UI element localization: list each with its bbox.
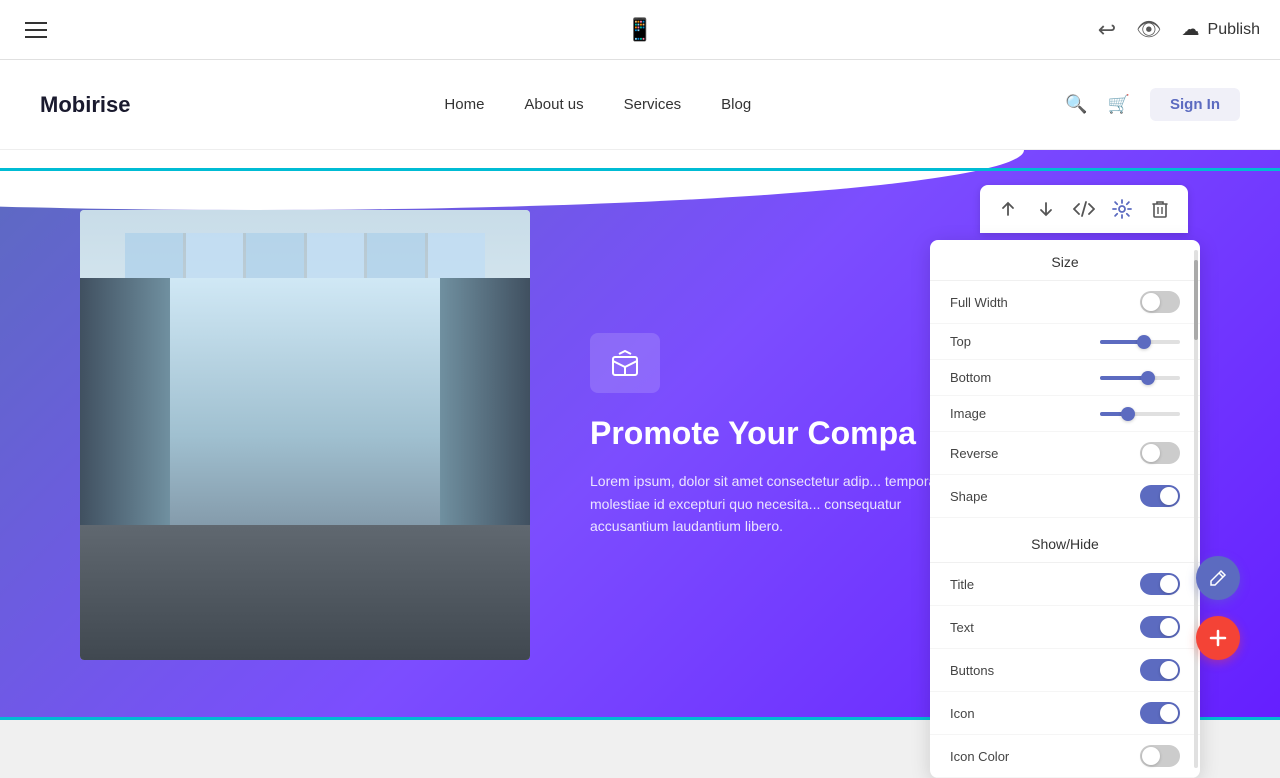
preview-button[interactable]: 👁 <box>1136 17 1161 42</box>
buttons-label: Buttons <box>950 663 994 678</box>
toolbar-right: ↩ 👁 ☁ Publish <box>1098 17 1260 43</box>
undo-button[interactable]: ↩ <box>1098 17 1116 43</box>
top-slider[interactable] <box>1100 340 1180 344</box>
icon-color-toggle[interactable] <box>1140 745 1180 767</box>
text-row: Text <box>930 606 1200 649</box>
shape-row: Shape <box>930 475 1200 518</box>
mobile-view-button[interactable]: 📱 <box>626 17 653 43</box>
text-label: Text <box>950 620 974 635</box>
settings-button[interactable] <box>1104 191 1140 227</box>
buttons-toggle[interactable] <box>1140 659 1180 681</box>
pencil-icon <box>1208 568 1228 588</box>
add-fab[interactable] <box>1196 616 1240 660</box>
nav-link-home[interactable]: Home <box>444 96 484 113</box>
building-visual <box>80 210 530 660</box>
move-up-button[interactable] <box>990 191 1026 227</box>
up-arrow-icon <box>999 200 1017 218</box>
reverse-row: Reverse <box>930 432 1200 475</box>
delete-button[interactable] <box>1142 191 1178 227</box>
reverse-label: Reverse <box>950 446 998 461</box>
scrollbar[interactable] <box>1194 250 1198 768</box>
bottom-slider[interactable] <box>1100 376 1180 380</box>
move-down-button[interactable] <box>1028 191 1064 227</box>
title-label: Title <box>950 577 974 592</box>
hero-icon-box <box>590 333 660 393</box>
down-arrow-icon <box>1037 200 1055 218</box>
full-width-label: Full Width <box>950 295 1008 310</box>
shape-label: Shape <box>950 489 988 504</box>
plus-icon <box>1206 626 1230 650</box>
icon-row: Icon <box>930 692 1200 735</box>
image-label: Image <box>950 406 986 421</box>
nav-link-about[interactable]: About us <box>524 96 583 113</box>
show-hide-section-title: Show/Hide <box>930 522 1200 563</box>
bottom-label: Bottom <box>950 370 991 385</box>
image-slider[interactable] <box>1100 412 1180 416</box>
nav-link-services[interactable]: Services <box>624 96 682 113</box>
icon-color-row: Icon Color <box>930 735 1200 778</box>
nav-links: Home About us Services Blog <box>444 96 751 113</box>
title-row: Title <box>930 563 1200 606</box>
top-toolbar: 📱 ↩ 👁 ☁ Publish <box>0 0 1280 60</box>
edit-fab[interactable] <box>1196 556 1240 600</box>
mobile-icon: 📱 <box>626 17 653 42</box>
size-section-title: Size <box>930 240 1200 281</box>
reverse-toggle[interactable] <box>1140 442 1180 464</box>
code-icon <box>1073 200 1095 218</box>
upload-icon: ☁ <box>1182 19 1200 40</box>
title-toggle[interactable] <box>1140 573 1180 595</box>
icon-label: Icon <box>950 706 975 721</box>
trash-icon <box>1152 200 1168 218</box>
box-icon <box>609 347 641 379</box>
signin-button[interactable]: Sign In <box>1150 88 1240 121</box>
buttons-row: Buttons <box>930 649 1200 692</box>
text-toggle[interactable] <box>1140 616 1180 638</box>
toolbar-center: 📱 <box>626 17 653 43</box>
nav-bar: Mobirise Home About us Services Blog 🔍 🛒… <box>0 60 1280 150</box>
hamburger-icon[interactable] <box>20 17 52 43</box>
toolbar-left <box>20 17 52 43</box>
code-button[interactable] <box>1066 191 1102 227</box>
settings-panel: Size Full Width Top Bottom Image Reverse… <box>930 240 1200 778</box>
nav-logo: Mobirise <box>40 92 130 118</box>
hero-image <box>80 210 530 660</box>
image-row: Image <box>930 396 1200 432</box>
hero-body: Lorem ipsum, dolor sit amet consectetur … <box>590 470 970 537</box>
top-label: Top <box>950 334 971 349</box>
scrollbar-thumb[interactable] <box>1194 260 1198 340</box>
top-row: Top <box>930 324 1200 360</box>
publish-label: Publish <box>1208 21 1260 39</box>
full-width-row: Full Width <box>930 281 1200 324</box>
nav-right: 🔍 🛒 Sign In <box>1065 88 1240 121</box>
icon-toggle[interactable] <box>1140 702 1180 724</box>
full-width-toggle[interactable] <box>1140 291 1180 313</box>
hero-highlight-top <box>0 168 1280 171</box>
bottom-row: Bottom <box>930 360 1200 396</box>
search-icon[interactable]: 🔍 <box>1065 94 1087 115</box>
cart-icon[interactable]: 🛒 <box>1108 94 1130 115</box>
icon-color-label: Icon Color <box>950 749 1009 764</box>
shape-toggle[interactable] <box>1140 485 1180 507</box>
block-controls <box>980 185 1188 233</box>
nav-link-blog[interactable]: Blog <box>721 96 751 113</box>
gear-icon <box>1112 199 1132 219</box>
publish-button[interactable]: ☁ Publish <box>1182 19 1260 40</box>
